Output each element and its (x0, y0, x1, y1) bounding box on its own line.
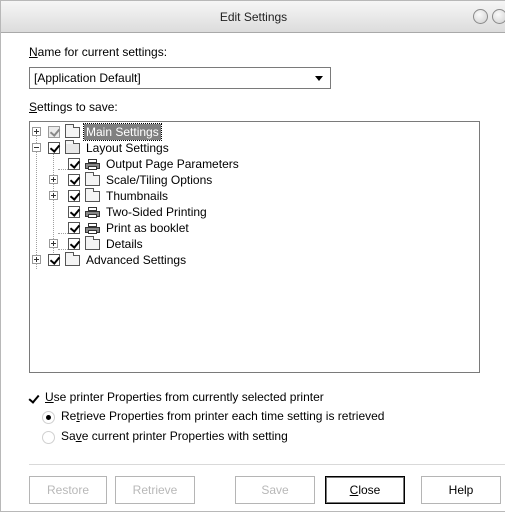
tree-item-label: Output Page Parameters (106, 157, 239, 171)
name-label: Name for current settings: (29, 45, 167, 59)
close-button[interactable]: Close (325, 476, 405, 504)
expand-icon[interactable] (49, 191, 58, 200)
folder-icon (65, 124, 80, 138)
expand-icon[interactable] (32, 255, 41, 264)
save-label-rest: e current printer Properties with settin… (81, 429, 288, 443)
tree-item-layout-settings[interactable]: Layout Settings (30, 140, 470, 156)
tree-checkbox[interactable] (68, 238, 80, 250)
tree-item-label: Print as booklet (106, 221, 189, 235)
retrieve-properties-radio[interactable] (42, 411, 55, 424)
folder-open-icon (65, 140, 80, 154)
collapse-icon[interactable] (32, 143, 41, 152)
tree-item-advanced-settings[interactable]: Advanced Settings (30, 252, 470, 268)
folder-icon (85, 172, 100, 186)
retrieve-button[interactable]: Retrieve (115, 476, 195, 504)
save-label-pre: Sa (61, 429, 76, 443)
printer-icon (85, 223, 100, 234)
tree-item-label: Two-Sided Printing (106, 205, 207, 219)
save-button[interactable]: Save (235, 476, 315, 504)
tree-item-label: Details (106, 237, 143, 251)
settings-name-value: [Application Default] (34, 71, 141, 85)
printer-icon (85, 159, 100, 170)
tree-item-scale-tiling-options[interactable]: Scale/Tiling Options (30, 172, 470, 188)
name-label-mnemonic: N (29, 45, 38, 59)
tree-checkbox[interactable] (68, 158, 80, 170)
tree-item-label: Layout Settings (86, 141, 169, 155)
folder-icon (85, 188, 100, 202)
settings-name-dropdown[interactable]: [Application Default] (29, 67, 331, 89)
help-button[interactable]: Help (421, 476, 501, 504)
tree-item-label: Scale/Tiling Options (106, 173, 213, 187)
close-rest: lose (358, 483, 381, 497)
tree-item-output-page-parameters[interactable]: Output Page Parameters (30, 156, 470, 172)
settings-label-mnemonic: S (29, 100, 38, 114)
close-window-button[interactable] (492, 9, 505, 24)
expand-icon[interactable] (32, 127, 41, 136)
tree-checkbox[interactable] (68, 206, 80, 218)
window-title: Edit Settings (219, 10, 288, 24)
tree-item-two-sided-printing[interactable]: Two-Sided Printing (30, 204, 470, 220)
folder-icon (65, 252, 80, 266)
chevron-down-icon[interactable] (311, 70, 327, 86)
use-printer-rest: se printer Properties from currently sel… (53, 390, 324, 404)
tree-item-label: Thumbnails (106, 189, 169, 203)
save-properties-label: Save current printer Properties with set… (61, 429, 288, 443)
tree-checkbox[interactable] (48, 142, 60, 154)
settings-label-rest: ettings to save: (37, 100, 118, 114)
expand-icon[interactable] (49, 239, 58, 248)
name-label-rest: ame for current settings: (37, 45, 168, 59)
settings-tree[interactable]: Main Settings Layout Settings Output Pag… (29, 121, 480, 373)
tree-checkbox[interactable] (68, 222, 80, 234)
tree-checkbox[interactable] (48, 126, 60, 138)
expand-icon[interactable] (49, 175, 58, 184)
retrieve-label-rest: rieve Properties from printer each time … (79, 409, 385, 423)
retrieve-label-pre: Re (61, 409, 77, 423)
minimize-button[interactable] (473, 9, 488, 24)
tree-item-print-as-booklet[interactable]: Print as booklet (30, 220, 470, 236)
tree-item-details[interactable]: Details (30, 236, 470, 252)
use-printer-mnemonic: U (45, 390, 54, 404)
folder-icon (85, 236, 100, 250)
use-printer-properties-label: Use printer Properties from currently se… (45, 390, 324, 404)
tree-item-label: Main Settings (83, 123, 162, 141)
edit-settings-dialog: Edit Settings Name for current settings:… (0, 0, 505, 512)
printer-icon (85, 207, 100, 218)
tree-item-main-settings[interactable]: Main Settings (30, 123, 470, 141)
tree-item-thumbnails[interactable]: Thumbnails (30, 188, 470, 204)
use-printer-properties-checkbox[interactable] (28, 394, 40, 406)
tree-item-label: Advanced Settings (86, 253, 187, 267)
save-properties-radio[interactable] (42, 431, 55, 444)
restore-button[interactable]: Restore (29, 476, 107, 504)
settings-to-save-label: Settings to save: (29, 100, 118, 114)
tree-checkbox[interactable] (48, 254, 60, 266)
retrieve-properties-label: Retrieve Properties from printer each ti… (61, 409, 384, 423)
footer-divider (29, 464, 505, 465)
title-bar[interactable]: Edit Settings (1, 1, 505, 33)
tree-checkbox[interactable] (68, 174, 80, 186)
tree-checkbox[interactable] (68, 190, 80, 202)
